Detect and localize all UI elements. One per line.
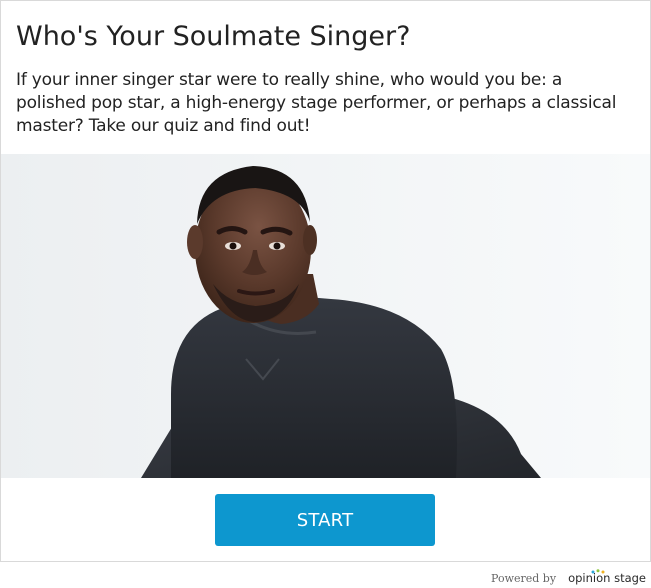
powered-by-label: Powered by	[491, 571, 557, 585]
opinion-stage-brand-name: opinion stage	[568, 571, 646, 585]
quiz-description: If your inner singer star were to really…	[16, 70, 617, 136]
start-button[interactable]: START	[215, 494, 435, 546]
quiz-title: Who's Your Soulmate Singer?	[16, 21, 411, 52]
quiz-card: Who's Your Soulmate Singer? If your inne…	[0, 0, 651, 562]
opinion-stage-link[interactable]: opinion stage	[568, 569, 646, 585]
powered-by: Powered by opinion stage	[491, 568, 646, 588]
quiz-cover-image	[1, 154, 650, 478]
brand-logo-dots-icon	[591, 569, 605, 574]
